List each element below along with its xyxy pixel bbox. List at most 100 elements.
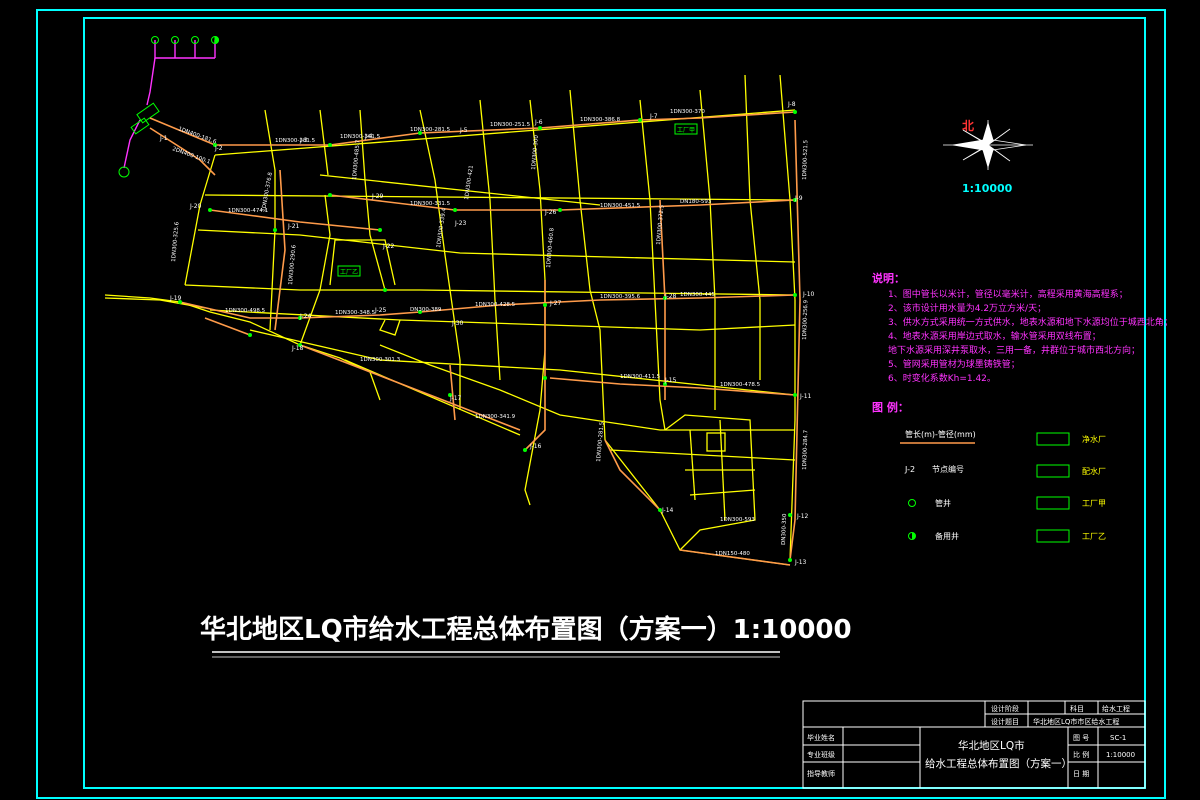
node-label: J-19 <box>169 295 182 302</box>
tb-right-label: 图 号 <box>1073 734 1089 742</box>
node-label: J-23 <box>454 220 467 227</box>
node-label: J-24 <box>299 313 312 320</box>
pipe-label: 1DN300-395.6 <box>600 294 641 300</box>
note-line: 6、时变化系数Kh=1.42。 <box>888 372 996 384</box>
pipe-label: 1DN300-339.4 <box>436 207 448 248</box>
node-label: J-16 <box>529 443 542 450</box>
notes-heading: 说明： <box>872 271 905 285</box>
pipe-label: 1DN300-460.8 <box>546 227 556 268</box>
legend-node-label: 节点编号 <box>932 464 964 474</box>
node-label: J-20 <box>189 203 202 210</box>
node-label: J-21 <box>287 223 300 230</box>
node-label: J-29 <box>371 193 384 200</box>
node-label: J-8 <box>787 101 796 108</box>
legend-plant-box <box>1036 496 1070 510</box>
tb-center-line2: 给水工程总体布置图（方案一） <box>925 757 1072 770</box>
legend-plant-box <box>1036 432 1070 446</box>
pipe-label: 1DN300-421 <box>464 165 475 200</box>
node-label: J-12 <box>796 513 809 520</box>
notes-block: 说明： 1、图中管长以米计，管径以毫米计，高程采用黄海高程系； 2、该市设计用水… <box>872 271 1173 384</box>
legend-well-icon <box>908 499 916 507</box>
node-label: J-28 <box>664 293 677 300</box>
node-label: J-26 <box>544 209 557 216</box>
tb-right-label: 比 例 <box>1073 750 1089 759</box>
pipe-label: 1DN300-445 <box>680 292 715 298</box>
pipe-label: 1DN300-428.5 <box>475 302 516 308</box>
pipe-label: 1DN300-325.6 <box>171 221 181 262</box>
plant-markers: 工厂甲 工厂乙 <box>337 123 698 277</box>
tb-right-label: 日 期 <box>1073 770 1089 778</box>
note-line: 3、供水方式采用统一方式供水，地表水源和地下水源均位于城西北角； <box>888 316 1173 328</box>
pipe-network <box>149 111 801 566</box>
tb-center-line1: 华北地区LQ市 <box>958 739 1025 752</box>
legend-plant-box <box>1036 529 1070 543</box>
pipe-label: 1DN300-341.9 <box>475 414 516 420</box>
pipe-label: 1DN300-485.7 <box>352 139 362 180</box>
tb-right-value: SC-1 <box>1110 734 1126 742</box>
node-label: J-7 <box>649 113 658 120</box>
node-label: J-25 <box>374 307 387 314</box>
node-label: J-18 <box>291 345 304 352</box>
tb-right-value: 1:10000 <box>1106 751 1135 759</box>
node-label: J-15 <box>664 377 677 384</box>
pipe-label: 1DN300-361.5 <box>340 134 381 140</box>
compass-rose-icon <box>943 120 1033 170</box>
intake-icon <box>118 166 130 178</box>
legend-node-symbol: J-2 <box>904 465 915 474</box>
node-label: J-30 <box>451 320 464 327</box>
node-label: J-2 <box>214 145 223 152</box>
pipe-label: 1DN300-256.9 <box>802 299 809 340</box>
tb-design-topic-value: 华北地区LQ市市区给水工程 <box>1033 717 1119 726</box>
tb-left-label: 指导教师 <box>807 769 835 778</box>
tb-left-label: 毕业姓名 <box>807 733 835 742</box>
legend-plant-label: 工厂乙 <box>1082 532 1106 541</box>
node-label: J-22 <box>382 243 395 250</box>
node-label: J-14 <box>661 507 674 514</box>
pipe-label: 1DN300-411.5 <box>620 374 661 380</box>
pipe-label: 1DN300-251.5 <box>490 122 531 128</box>
pipe-label: DN300-389 <box>410 307 442 313</box>
node-label: J-10 <box>802 291 815 298</box>
node-label: J-17 <box>449 395 462 402</box>
pipe-label: 1DN300-521.5 <box>802 139 809 180</box>
tb-design-topic: 设计题目 <box>991 717 1019 726</box>
node-label: J-6 <box>534 119 543 126</box>
pipe-label: 1DN300-281.5 <box>596 421 606 462</box>
pipe-label: 1DN300-451.5 <box>600 203 641 209</box>
pipe-label: DN180-593 <box>680 199 712 205</box>
pipe-label: 1DN300-284.7 <box>802 429 809 470</box>
note-line: 地下水源采用深井泵取水，三用一备，井群位于城市西北方向； <box>888 344 1140 356</box>
pipe-label: 2DN400-100.1 <box>171 146 211 165</box>
tb-left-label: 专业班级 <box>807 750 835 759</box>
tb-subject-label: 科目 <box>1070 704 1084 713</box>
tb-design-stage: 设计阶段 <box>991 704 1019 713</box>
drawing-sheet: J-1 J-2 J-3 J-4 J-5 J-6 J-7 J-8 J-9 J-10… <box>36 9 1173 799</box>
pipe-label: 1DN300-376.8 <box>261 171 274 212</box>
plant-a-label: 工厂甲 <box>677 127 695 134</box>
pipe-label: 1DN300-281.5 <box>410 127 451 133</box>
pipe-label: 1DN300-372.5 <box>656 204 666 245</box>
legend-pipe-label: 管长(m)-管径(mm) <box>905 429 976 439</box>
pipe-label: 1DN300-301.3 <box>360 357 401 363</box>
pipe-label: 1DN300-348.5 <box>335 310 376 316</box>
pipe-label: 1DN300-478.5 <box>720 382 761 388</box>
drawing-title: 华北地区LQ市给水工程总体布置图（方案一）1:10000 <box>200 614 852 658</box>
legend-plant-label: 净水厂 <box>1082 434 1106 444</box>
pipe-label: 1DN300-370 <box>670 109 705 115</box>
legend-plant-box <box>1036 464 1070 478</box>
tb-subject-value: 给水工程 <box>1102 704 1130 713</box>
north-arrow: 北 1:10000 <box>943 118 1033 195</box>
pipe-labels: 1DN300-281.5 1DN300-361.5 1DN300-281.5 1… <box>171 109 809 557</box>
pipe-label: 1DN300-331.5 <box>410 201 451 207</box>
note-line: 1、图中管长以米计，管径以毫米计，高程采用黄海高程系； <box>888 288 1128 300</box>
pipe-label: DN300-350 <box>781 513 788 545</box>
note-line: 4、地表水源采用岸边式取水，输水管采用双线布置； <box>888 330 1101 342</box>
title-text: 华北地区LQ市给水工程总体布置图（方案一）1:10000 <box>200 614 852 645</box>
intake-lines <box>123 40 216 169</box>
pipe-label: 1DN300-498.5 <box>225 308 266 314</box>
legend-plant-label: 工厂甲 <box>1082 499 1106 508</box>
note-line: 2、该市设计用水量为4.2万立方米/天； <box>888 302 1046 314</box>
node-label: J-9 <box>794 195 803 202</box>
outer-frame <box>36 9 1166 799</box>
plant-b-label: 工厂乙 <box>340 269 358 276</box>
